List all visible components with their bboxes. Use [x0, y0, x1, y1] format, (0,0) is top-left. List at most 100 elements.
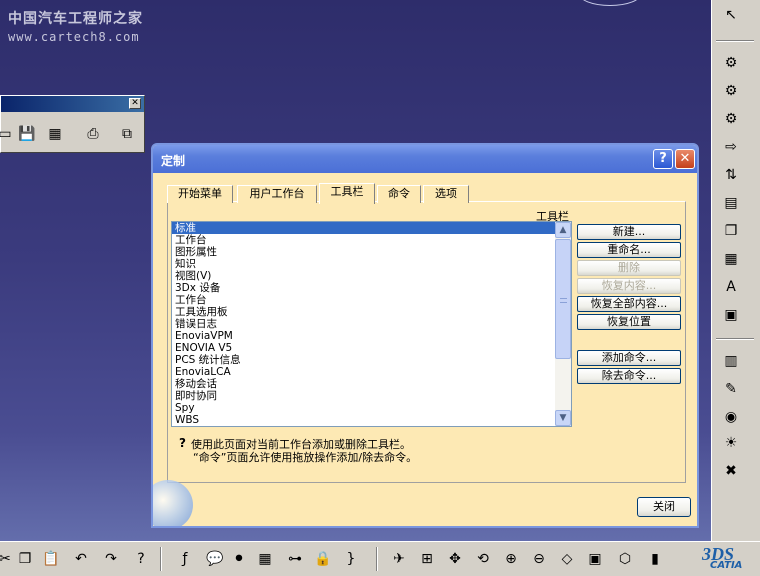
close-button[interactable]: 关闭 — [637, 497, 691, 517]
catia-logo: 3DS CATIA — [700, 544, 758, 574]
rotate-icon[interactable]: ⟲ — [472, 548, 494, 570]
tab-user-workbench[interactable]: 用户工作台 — [237, 185, 317, 203]
list-item[interactable]: 图形属性 — [172, 246, 571, 258]
new-button[interactable]: 新建... — [577, 224, 681, 240]
list-item[interactable]: 移动会话 — [172, 378, 571, 390]
dialog-title: 定制 — [161, 154, 186, 168]
compass-arc — [578, 0, 642, 6]
desk-icon[interactable]: ⧉ — [115, 123, 139, 145]
fly-icon[interactable]: ✈ — [388, 548, 410, 570]
restore-contents-button[interactable]: 恢复内容... — [577, 278, 681, 294]
save-icon[interactable]: 💾 — [15, 123, 39, 145]
table-icon[interactable]: ▦ — [254, 548, 276, 570]
normal-view-icon[interactable]: ◇ — [556, 548, 578, 570]
scroll-down-icon[interactable]: ▼ — [555, 410, 571, 426]
list-item[interactable]: 工作台 — [172, 294, 571, 306]
list-item[interactable]: EnoviaLCA — [172, 366, 571, 378]
floating-toolbar-close-button[interactable]: ✕ — [129, 98, 141, 109]
toolbar-separator — [376, 547, 378, 571]
list-item[interactable]: 3Dx 设备 — [172, 282, 571, 294]
gear-icon[interactable]: ⚙ — [720, 108, 742, 130]
list-item[interactable]: PCS 统计信息 — [172, 354, 571, 366]
restore-all-contents-button[interactable]: 恢复全部内容... — [577, 296, 681, 312]
list-item[interactable]: 即时协同 — [172, 390, 571, 402]
add-commands-button[interactable]: 添加命令... — [577, 350, 681, 366]
undo-icon[interactable]: ↶ — [70, 548, 92, 570]
pan-icon[interactable]: ✥ — [444, 548, 466, 570]
toolbar-separator — [160, 547, 162, 571]
dialog-close-icon[interactable]: ✕ — [675, 149, 695, 169]
lock-icon[interactable]: 🔒 — [312, 548, 334, 570]
shading-icon[interactable]: ▮ — [644, 548, 666, 570]
list-item[interactable]: 工具选用板 — [172, 306, 571, 318]
traffic-light-icon[interactable]: ⚫ — [228, 548, 250, 570]
list-item[interactable]: EnoviaVPM — [172, 330, 571, 342]
bracket-icon[interactable]: } — [340, 548, 362, 570]
scroll-thumb[interactable] — [555, 239, 571, 359]
list-item[interactable]: 知识 — [172, 258, 571, 270]
tab-options[interactable]: 选项 — [423, 185, 469, 203]
ruler-icon[interactable]: ✎ — [720, 378, 742, 400]
remove-commands-button[interactable]: 除去命令... — [577, 368, 681, 384]
help-button[interactable]: ? — [653, 149, 673, 169]
list-item[interactable]: ENOVIA V5 — [172, 342, 571, 354]
rename-button[interactable]: 重命名... — [577, 242, 681, 258]
lightbulb-icon[interactable]: ☀ — [720, 432, 742, 454]
hide-icon[interactable]: ✖ — [720, 460, 742, 482]
save-management-icon[interactable]: ▦ — [43, 123, 67, 145]
dialog-titlebar[interactable]: 定制 ? ✕ — [153, 145, 697, 173]
export-icon[interactable]: ⇨ — [720, 136, 742, 158]
toolbar-separator — [716, 338, 754, 340]
redo-icon[interactable]: ↷ — [100, 548, 122, 570]
scroll-up-icon[interactable]: ▲ — [555, 222, 571, 238]
list-item[interactable]: 标准 — [172, 222, 571, 234]
catia-name: CATIA — [710, 560, 743, 571]
hint-line-2: “命令”页面允许使用拖放操作添加/除去命令。 — [193, 451, 418, 464]
paste-icon[interactable]: 📋 — [40, 548, 62, 570]
customize-dialog: 定制 ? ✕ 开始菜单 用户工作台 工具栏 命令 选项 工具栏 标准 工作台 图… — [151, 143, 699, 528]
tab-commands[interactable]: 命令 — [377, 185, 421, 203]
watermark: 中国汽车工程师之家 www.cartech8.com — [8, 8, 143, 44]
gear-icon[interactable]: ⚙ — [720, 52, 742, 74]
whats-this-icon[interactable]: ? — [130, 548, 152, 570]
chart-icon[interactable]: ▥ — [720, 350, 742, 372]
watermark-title: 中国汽车工程师之家 — [8, 11, 143, 27]
tab-toolbars[interactable]: 工具栏 — [319, 183, 375, 204]
package-icon[interactable]: ▣ — [720, 304, 742, 326]
list-item[interactable]: 视图(V) — [172, 270, 571, 282]
bottom-toolbar: ✂ ❐ 📋 ↶ ↷ ? ƒ 💬 ⚫ ▦ ⊶ 🔒 } ✈ ⊞ ✥ ⟲ ⊕ ⊖ ◇ … — [0, 541, 760, 576]
fit-all-icon[interactable]: ⊞ — [416, 548, 438, 570]
eye-icon[interactable]: ◉ — [720, 406, 742, 428]
book-icon[interactable]: ▤ — [720, 192, 742, 214]
list-item[interactable]: WBS — [172, 414, 571, 426]
print-icon[interactable]: ⎙ — [81, 123, 105, 145]
list-item[interactable]: Spy — [172, 402, 571, 414]
decorative-glow — [153, 480, 193, 526]
floating-toolbar: ✕ ▭ 💾 ▦ ⎙ ⧉ — [0, 95, 145, 153]
toolbar-listbox[interactable]: 标准 工作台 图形属性 知识 视图(V) 3Dx 设备 工作台 工具选用板 错误… — [171, 221, 572, 427]
filter-icon[interactable]: ⇅ — [720, 164, 742, 186]
copy-icon[interactable]: ❐ — [720, 220, 742, 242]
select-arrow-icon[interactable]: ↖ — [720, 4, 742, 26]
list-item[interactable]: 错误日志 — [172, 318, 571, 330]
list-item[interactable]: 工作台 — [172, 234, 571, 246]
zoom-in-icon[interactable]: ⊕ — [500, 548, 522, 570]
multi-view-icon[interactable]: ▣ — [584, 548, 606, 570]
floating-toolbar-titlebar[interactable]: ✕ — [1, 96, 144, 112]
right-toolbar: ↖ ⚙ ⚙ ⚙ ⇨ ⇅ ▤ ❐ ▦ A ▣ ▥ ✎ ◉ ☀ ✖ — [711, 0, 760, 542]
delete-button[interactable]: 删除 — [577, 260, 681, 276]
sheet-icon[interactable]: ▦ — [720, 248, 742, 270]
text-icon[interactable]: A — [720, 276, 742, 298]
formula-icon[interactable]: ƒ — [174, 548, 196, 570]
gear-icon[interactable]: ⚙ — [720, 80, 742, 102]
list-scrollbar[interactable]: ▲ ▼ — [555, 222, 571, 426]
zoom-out-icon[interactable]: ⊖ — [528, 548, 550, 570]
tree-icon[interactable]: ⊶ — [284, 548, 306, 570]
iso-view-icon[interactable]: ⬡ — [614, 548, 636, 570]
copy-icon[interactable]: ❐ — [14, 548, 36, 570]
toolbar-separator — [716, 40, 754, 42]
watermark-url: www.cartech8.com — [8, 30, 140, 44]
comment-icon[interactable]: 💬 — [204, 548, 226, 570]
restore-position-button[interactable]: 恢复位置 — [577, 314, 681, 330]
tab-start-menu[interactable]: 开始菜单 — [167, 185, 233, 203]
